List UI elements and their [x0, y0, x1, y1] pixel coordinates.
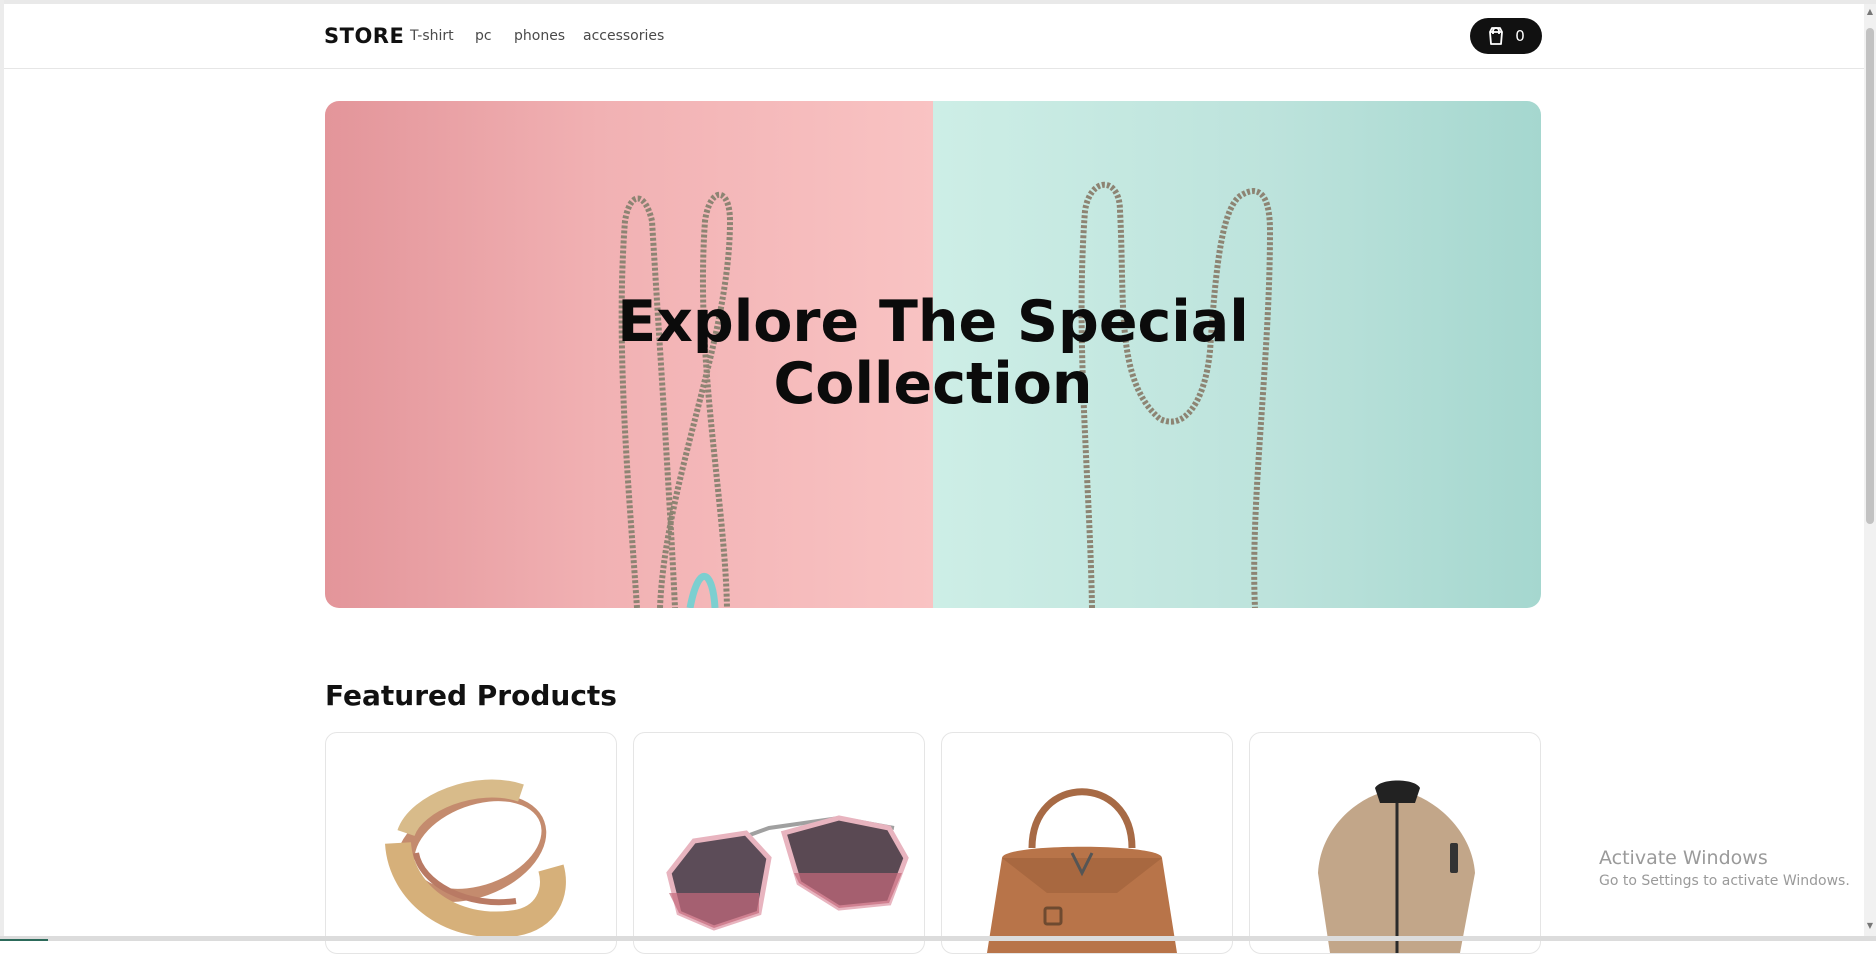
store-logo[interactable]: STORE: [324, 24, 404, 48]
scroll-down-arrow[interactable]: ▼: [1866, 922, 1874, 930]
nav-link-pc[interactable]: pc: [475, 28, 492, 44]
scroll-up-arrow[interactable]: ▲: [1866, 8, 1874, 16]
browser-frame-bottom: [0, 936, 1876, 941]
hero-title: Explore The Special Collection: [325, 291, 1541, 415]
shopping-bag-icon: [1487, 26, 1505, 46]
cart-button[interactable]: 0: [1470, 18, 1542, 54]
product-card[interactable]: [325, 732, 617, 954]
nav-link-tshirt[interactable]: T-shirt: [410, 28, 454, 44]
product-card[interactable]: [633, 732, 925, 954]
navbar: STORE T-shirt pc phones accessories 0: [4, 4, 1864, 69]
hero-title-line2: Collection: [773, 351, 1093, 417]
browser-frame-left: [0, 0, 4, 941]
product-card[interactable]: [1249, 732, 1541, 954]
featured-products-title: Featured Products: [325, 679, 617, 712]
hero-title-line1: Explore The Special: [617, 289, 1249, 355]
cart-count: 0: [1515, 27, 1525, 45]
jacket-image: [1318, 780, 1475, 953]
product-card[interactable]: [941, 732, 1233, 954]
scrollbar-thumb[interactable]: [1866, 28, 1874, 524]
page-scrollbar[interactable]: ▲ ▼: [1864, 4, 1876, 936]
hero-banner[interactable]: Explore The Special Collection: [325, 101, 1541, 608]
handbag-image: [987, 788, 1177, 953]
nav-link-accessories[interactable]: accessories: [583, 28, 664, 44]
activate-windows-title: Activate Windows: [1599, 847, 1768, 869]
bracelet-image: [385, 779, 566, 938]
sunglasses-image: [666, 815, 909, 931]
nav-link-phones[interactable]: phones: [514, 28, 565, 44]
activate-windows-subtitle: Go to Settings to activate Windows.: [1599, 873, 1850, 889]
